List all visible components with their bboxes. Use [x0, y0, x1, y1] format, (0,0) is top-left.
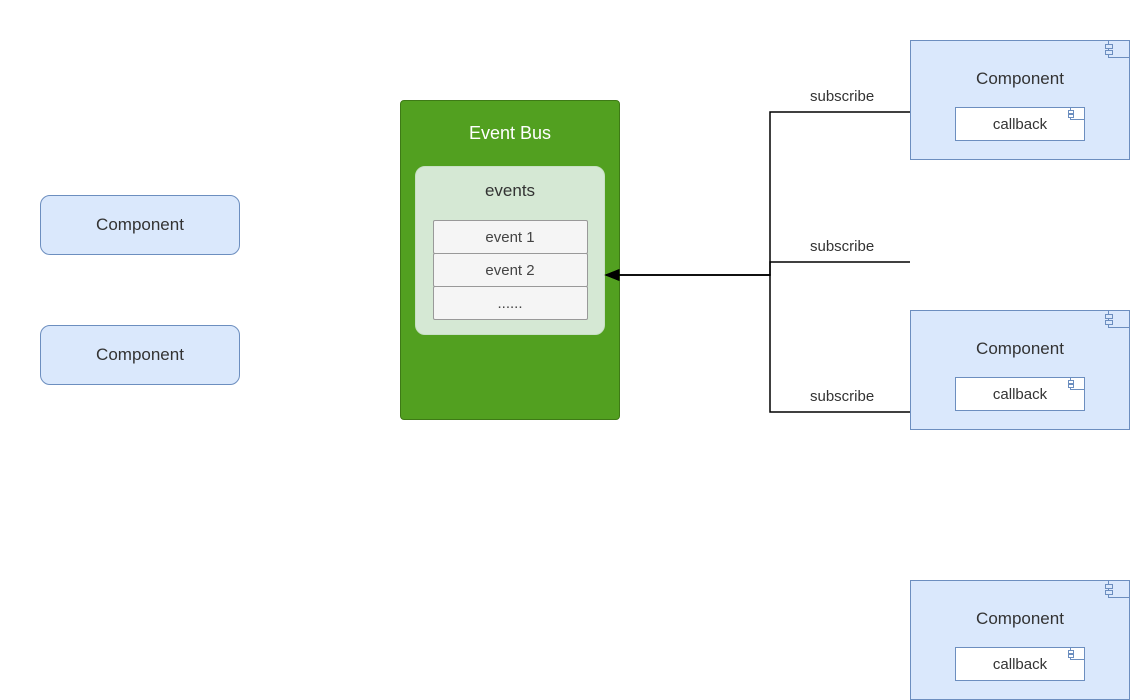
- left-component-1-label: Component: [96, 215, 184, 235]
- callback-label: callback: [993, 386, 1047, 403]
- uml-component-icon: [1108, 310, 1130, 328]
- right-component-1-callback: callback: [955, 107, 1085, 141]
- left-component-2-label: Component: [96, 345, 184, 365]
- subscribe-arrow-2: [606, 262, 910, 275]
- right-component-2: Component callback: [910, 310, 1130, 430]
- uml-component-icon: [1108, 580, 1130, 598]
- right-component-2-callback: callback: [955, 377, 1085, 411]
- events-label: events: [485, 181, 535, 201]
- right-component-1: Component callback: [910, 40, 1130, 160]
- event-row-1: event 1: [433, 220, 588, 254]
- callback-label: callback: [993, 116, 1047, 133]
- edge-label-1: subscribe: [810, 88, 874, 105]
- right-component-3-callback: callback: [955, 647, 1085, 681]
- event-bus: Event Bus events event 1 event 2 ......: [400, 100, 620, 420]
- right-component-3-label: Component: [976, 609, 1064, 629]
- right-component-2-label: Component: [976, 339, 1064, 359]
- uml-component-icon: [1070, 377, 1085, 390]
- uml-component-icon: [1070, 647, 1085, 660]
- uml-component-icon: [1070, 107, 1085, 120]
- right-component-3: Component callback: [910, 580, 1130, 700]
- right-component-1-label: Component: [976, 69, 1064, 89]
- edge-label-2: subscribe: [810, 238, 874, 255]
- left-component-2: Component: [40, 325, 240, 385]
- event-bus-title: Event Bus: [469, 123, 551, 144]
- events-container: events event 1 event 2 ......: [415, 166, 605, 335]
- event-row-2: event 2: [433, 253, 588, 287]
- event-row-3: ......: [433, 286, 588, 320]
- edge-label-3: subscribe: [810, 388, 874, 405]
- callback-label: callback: [993, 656, 1047, 673]
- left-component-1: Component: [40, 195, 240, 255]
- uml-component-icon: [1108, 40, 1130, 58]
